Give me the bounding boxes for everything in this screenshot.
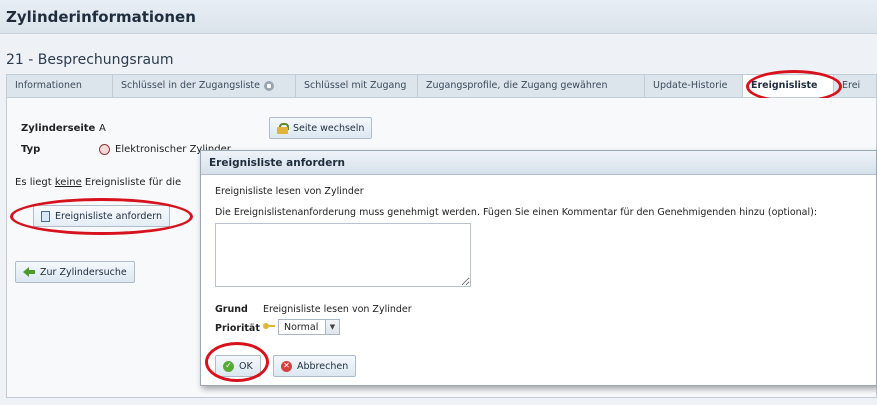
page-title: Zylinderinformationen <box>6 8 196 26</box>
tab-zugangsprofile[interactable]: Zugangsprofile, die Zugang gewähren <box>418 75 645 97</box>
side-label: Zylinderseite <box>21 123 96 134</box>
side-value: A <box>99 123 106 134</box>
tab-label: Ereignisliste <box>751 80 818 91</box>
lock-icon <box>277 122 289 134</box>
tab-label: Update-Historie <box>653 80 728 91</box>
arrow-left-icon <box>23 267 35 277</box>
request-eventlist-dialog: Ereignisliste anfordern Ereignisliste le… <box>200 150 877 386</box>
tab-label: Erei <box>842 80 861 91</box>
cancel-icon: ✕ <box>281 360 292 372</box>
type-label: Typ <box>21 144 41 155</box>
back-to-search-label: Zur Zylindersuche <box>40 266 127 278</box>
tab-schluessel-zugangsliste[interactable]: Schlüssel in der Zugangsliste <box>113 75 296 97</box>
page-header: Zylinderinformationen <box>0 0 877 34</box>
tab-label: Schlüssel mit Zugang <box>304 80 407 91</box>
tab-ereignisliste[interactable]: Ereignisliste <box>743 75 834 97</box>
ok-label: OK <box>239 360 253 372</box>
tab-informationen[interactable]: Informationen <box>7 75 113 97</box>
comment-textarea[interactable] <box>215 223 471 287</box>
tab-schluessel-mit-zugang[interactable]: Schlüssel mit Zugang <box>296 75 418 97</box>
cylinder-icon <box>99 144 110 155</box>
cancel-button[interactable]: ✕ Abbrechen <box>273 355 357 377</box>
request-eventlist-button[interactable]: Ereignisliste anfordern <box>33 205 171 227</box>
dialog-title: Ereignisliste anfordern <box>201 151 876 175</box>
dialog-instruction: Die Ereignislistenanforderung muss geneh… <box>215 207 818 218</box>
tab-bar: Informationen Schlüssel in der Zugangsli… <box>6 74 877 98</box>
dialog-subtitle: Ereignisliste lesen von Zylinder <box>215 186 364 197</box>
back-to-search-button[interactable]: Zur Zylindersuche <box>15 261 135 283</box>
tab-label: Informationen <box>15 80 82 91</box>
document-icon <box>41 210 50 222</box>
tab-label: Zugangsprofile, die Zugang gewähren <box>426 80 608 91</box>
cancel-label: Abbrechen <box>297 360 349 372</box>
priority-label: Priorität <box>215 323 260 334</box>
reason-label: Grund <box>215 304 248 315</box>
notice-underlined: keine <box>54 177 82 188</box>
priority-select[interactable]: Normal ▼ <box>278 319 340 335</box>
key-icon <box>263 322 275 332</box>
eventlist-notice: Es liegt keine Ereignisliste für die <box>15 177 181 188</box>
tab-update-historie[interactable]: Update-Historie <box>645 75 743 97</box>
cylinder-name: 21 - Besprechungsraum <box>6 52 174 68</box>
priority-selected-value: Normal <box>284 321 319 333</box>
tab-label: Schlüssel in der Zugangsliste <box>121 80 260 91</box>
notice-suffix: Ereignisliste für die <box>84 177 182 188</box>
ok-button[interactable]: ✓ OK <box>215 355 261 377</box>
check-icon: ✓ <box>223 360 234 372</box>
request-eventlist-label: Ereignisliste anfordern <box>55 210 163 222</box>
chevron-down-icon[interactable]: ▼ <box>325 320 339 334</box>
switch-side-label: Seite wechseln <box>293 122 365 134</box>
tab-ereignisliste-overflow[interactable]: Erei <box>834 75 874 97</box>
switch-side-button[interactable]: Seite wechseln <box>269 117 373 139</box>
notice-prefix: Es liegt <box>15 177 52 188</box>
gear-icon <box>264 81 274 91</box>
reason-value: Ereignisliste lesen von Zylinder <box>263 304 412 315</box>
